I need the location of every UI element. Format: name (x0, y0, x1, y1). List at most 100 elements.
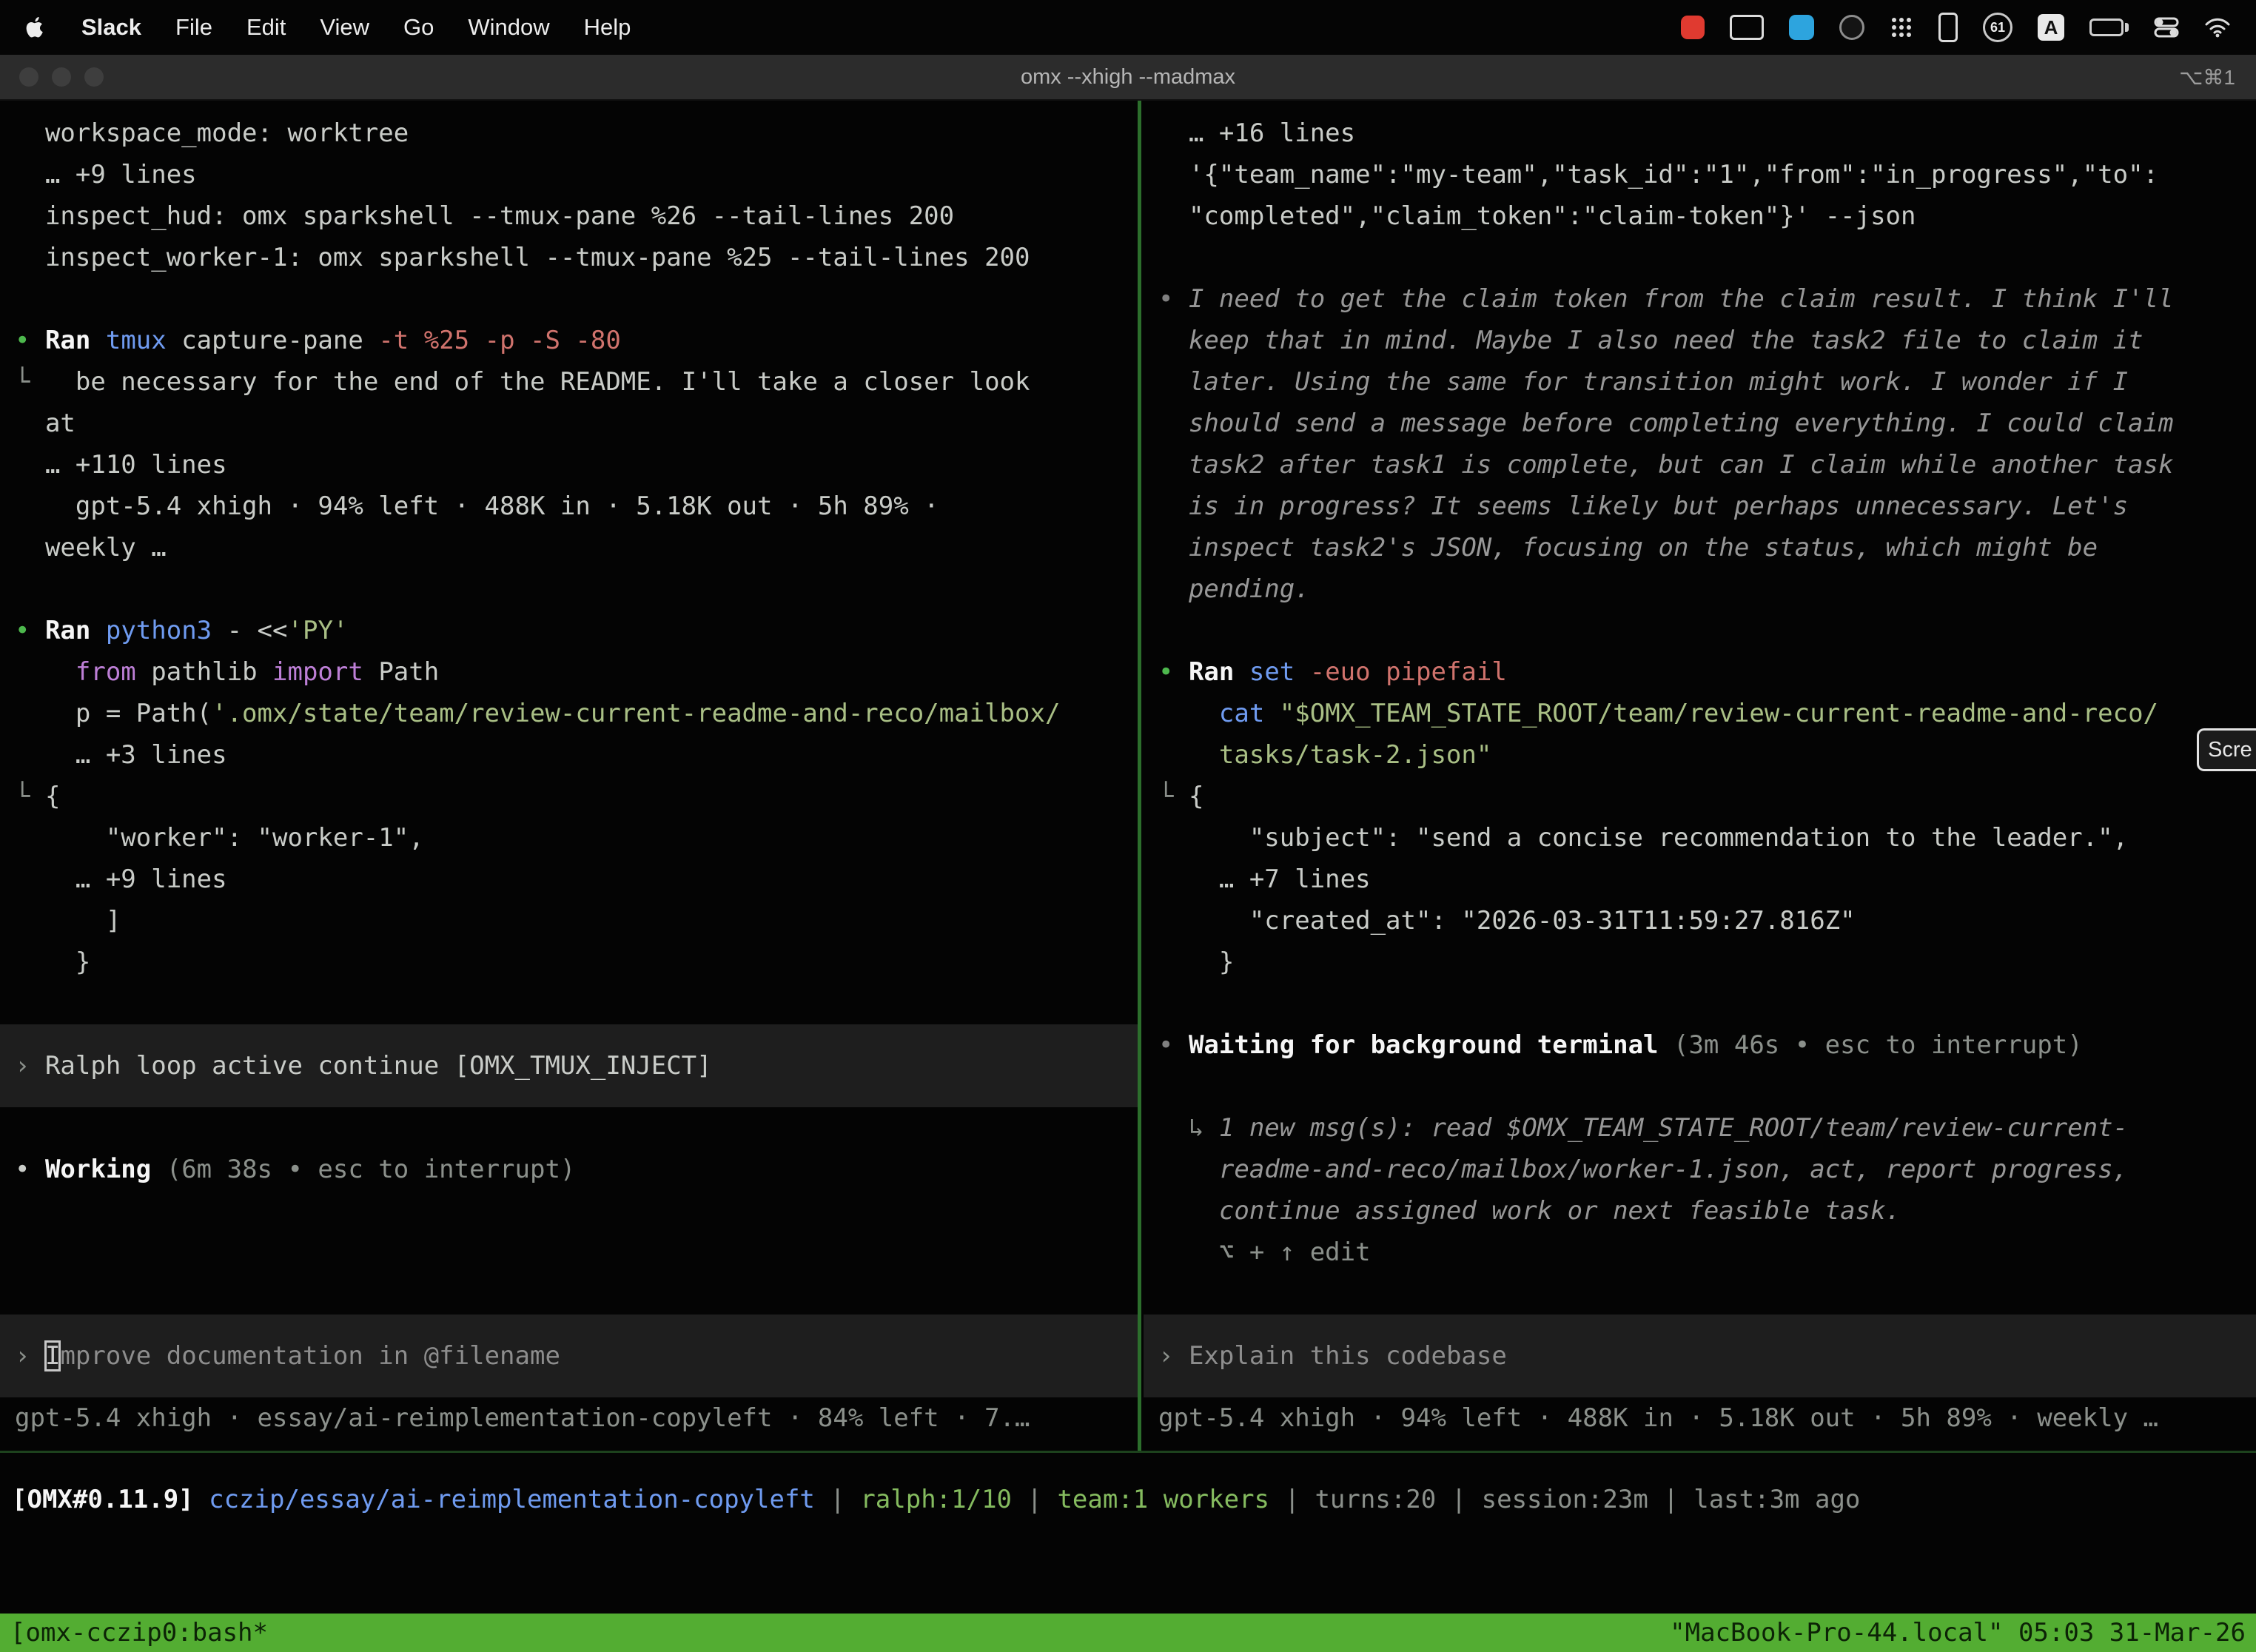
text-segment: … +16 lines (1158, 118, 1355, 148)
tmux-session-label: [omx-cczip0:bash* (10, 1614, 268, 1652)
terminal-line: … +9 lines (15, 154, 1138, 195)
terminal-line: • Ran set -euo pipefail (1158, 651, 2256, 693)
text-segment: [OMX#0.11.9] (12, 1485, 209, 1514)
terminal-line (1158, 1066, 2256, 1107)
terminal-line: '{"team_name":"my-team","task_id":"1","f… (1158, 154, 2256, 195)
ralph-loop-banner[interactable]: › Ralph loop active continue [OMX_TMUX_I… (0, 1024, 1138, 1107)
blue-app-icon[interactable] (1789, 15, 1814, 40)
zoom-button[interactable] (84, 67, 104, 87)
control-center-icon[interactable] (2154, 15, 2179, 40)
text-segment: -euo pipefail (1310, 657, 1507, 687)
menu-item-edit[interactable]: Edit (246, 14, 286, 41)
screenshot-notification-label: Scre (2208, 738, 2252, 762)
text-segment: inspect_hud: omx sparkshell --tmux-pane … (15, 201, 954, 231)
terminal-line: p = Path('.omx/state/team/review-current… (15, 693, 1138, 734)
text-segment: • (15, 616, 45, 645)
terminal-line: └ be necessary for the end of the README… (15, 361, 1138, 403)
text-segment: | (1436, 1485, 1481, 1514)
text-segment: continue assigned work or next feasible … (1158, 1196, 1901, 1226)
input-source-icon[interactable]: A (2038, 14, 2064, 41)
text-segment: 'PY' (288, 616, 349, 645)
text-segment: (6m 38s • esc to interrupt) (151, 1155, 575, 1184)
text-segment: weekly … (15, 533, 167, 563)
terminal-line (15, 278, 1138, 320)
text-segment: ] (15, 906, 121, 936)
terminal-line (15, 1190, 1138, 1232)
composer-suggestion[interactable]: › Improve documentation in @filename (0, 1314, 1138, 1397)
apple-menu-icon[interactable] (25, 14, 47, 41)
phone-mirroring-icon[interactable] (1938, 13, 1958, 42)
text-segment: keep that in mind. Maybe I also need the… (1158, 326, 2143, 355)
text-segment: └ (15, 367, 75, 397)
text-segment: be necessary for the end of the README. … (75, 367, 1030, 397)
terminal: workspace_mode: worktree … +9 lines insp… (0, 101, 2256, 1614)
menu-item-window[interactable]: Window (468, 14, 549, 41)
text-segment: p = Path( (15, 699, 212, 728)
text-segment: pending. (1158, 574, 1310, 604)
text-segment: … +110 lines (15, 450, 227, 480)
text-segment: mprove documentation in @filename (60, 1341, 560, 1371)
text-segment: ralph:1/10 (860, 1485, 1012, 1514)
text-segment: } (1158, 947, 1234, 977)
text-segment: Path (363, 657, 439, 687)
text-segment (1158, 699, 1219, 728)
terminal-line (15, 568, 1138, 610)
text-segment: I need to get the claim token from the c… (1189, 284, 2174, 314)
text-segment: from (75, 657, 136, 687)
terminal-line: weekly … (15, 527, 1138, 568)
menu-item-help[interactable]: Help (584, 14, 631, 41)
text-segment: • (1158, 657, 1189, 687)
menu-item-go[interactable]: Go (403, 14, 434, 41)
text-segment: readme-and-reco/mailbox/worker-1.json, a… (1158, 1155, 2128, 1184)
text-segment: └ (1158, 782, 1189, 811)
pane-divider[interactable] (1138, 101, 1141, 1451)
terminal-line: continue assigned work or next feasible … (1158, 1190, 2256, 1232)
dark-app-icon[interactable] (1839, 15, 1864, 40)
text-segment: workspace_mode: worktree (15, 118, 409, 148)
terminal-line (1158, 1273, 2256, 1314)
text-segment: pathlib (136, 657, 272, 687)
screen-recording-indicator-icon[interactable] (1681, 16, 1705, 39)
terminal-line (1158, 610, 2256, 651)
text-segment: at (15, 409, 75, 438)
battery-icon[interactable] (2089, 19, 2129, 36)
composer-suggestion[interactable]: › Explain this codebase (1144, 1314, 2256, 1397)
text-segment: Ran (45, 616, 106, 645)
text-segment: session:23m (1482, 1485, 1648, 1514)
text-segment: "created_at": "2026-03-31T11:59:27.816Z" (1158, 906, 1856, 936)
text-segment: gpt-5.4 xhigh · 94% left · 488K in · 5.1… (1158, 1403, 2158, 1433)
text-segment: task2 after task1 is complete, but can I… (1158, 450, 2173, 480)
text-segment: inspect task2's JSON, focusing on the st… (1158, 533, 2098, 563)
terminal-line: "created_at": "2026-03-31T11:59:27.816Z" (1158, 900, 2256, 941)
text-segment: "worker": "worker-1", (15, 823, 424, 853)
grid-dots-icon[interactable] (1890, 16, 1913, 39)
text-segment: capture-pane (181, 326, 378, 355)
close-button[interactable] (19, 67, 38, 87)
text-segment: • (15, 326, 45, 355)
working-status: • Working (6m 38s • esc to interrupt) (15, 1149, 1138, 1190)
text-segment: is in progress? It seems likely but perh… (1158, 491, 2128, 521)
menu-item-file[interactable]: File (175, 14, 212, 41)
active-app-name[interactable]: Slack (81, 14, 141, 41)
menubar-menus: File Edit View Go Window Help (175, 14, 631, 41)
battery-percent-gauge[interactable]: 61 (1983, 13, 2012, 42)
text-segment: | (1269, 1485, 1315, 1514)
tmux-status-bar: [omx-cczip0:bash* "MacBook-Pro-44.local"… (0, 1614, 2256, 1652)
keyboard-icon[interactable] (1730, 15, 1764, 40)
terminal-line: … +3 lines (15, 734, 1138, 776)
input-source-label: A (2044, 16, 2058, 39)
text-segment: "subject": "send a concise recommendatio… (1158, 823, 2128, 853)
terminal-line: └ { (15, 776, 1138, 817)
text-segment: '.omx/state/team/review-current-readme-a… (212, 699, 1060, 728)
wifi-icon[interactable] (2204, 17, 2231, 38)
text-segment: "completed","claim_token":"claim-token"}… (1158, 201, 1916, 231)
screenshot-notification-overlay[interactable]: Scre (2197, 728, 2256, 771)
minimize-button[interactable] (52, 67, 71, 87)
battery-percent-label: 61 (1990, 20, 2005, 36)
text-segment: gpt-5.4 xhigh · 94% left · 488K in · 5.1… (15, 491, 939, 521)
terminal-line: cat "$OMX_TEAM_STATE_ROOT/team/review-cu… (1158, 693, 2256, 734)
text-segment: Ran (1189, 657, 1249, 687)
text-segment: cat (1219, 699, 1280, 728)
menu-item-view[interactable]: View (320, 14, 369, 41)
terminal-line (15, 1232, 1138, 1273)
